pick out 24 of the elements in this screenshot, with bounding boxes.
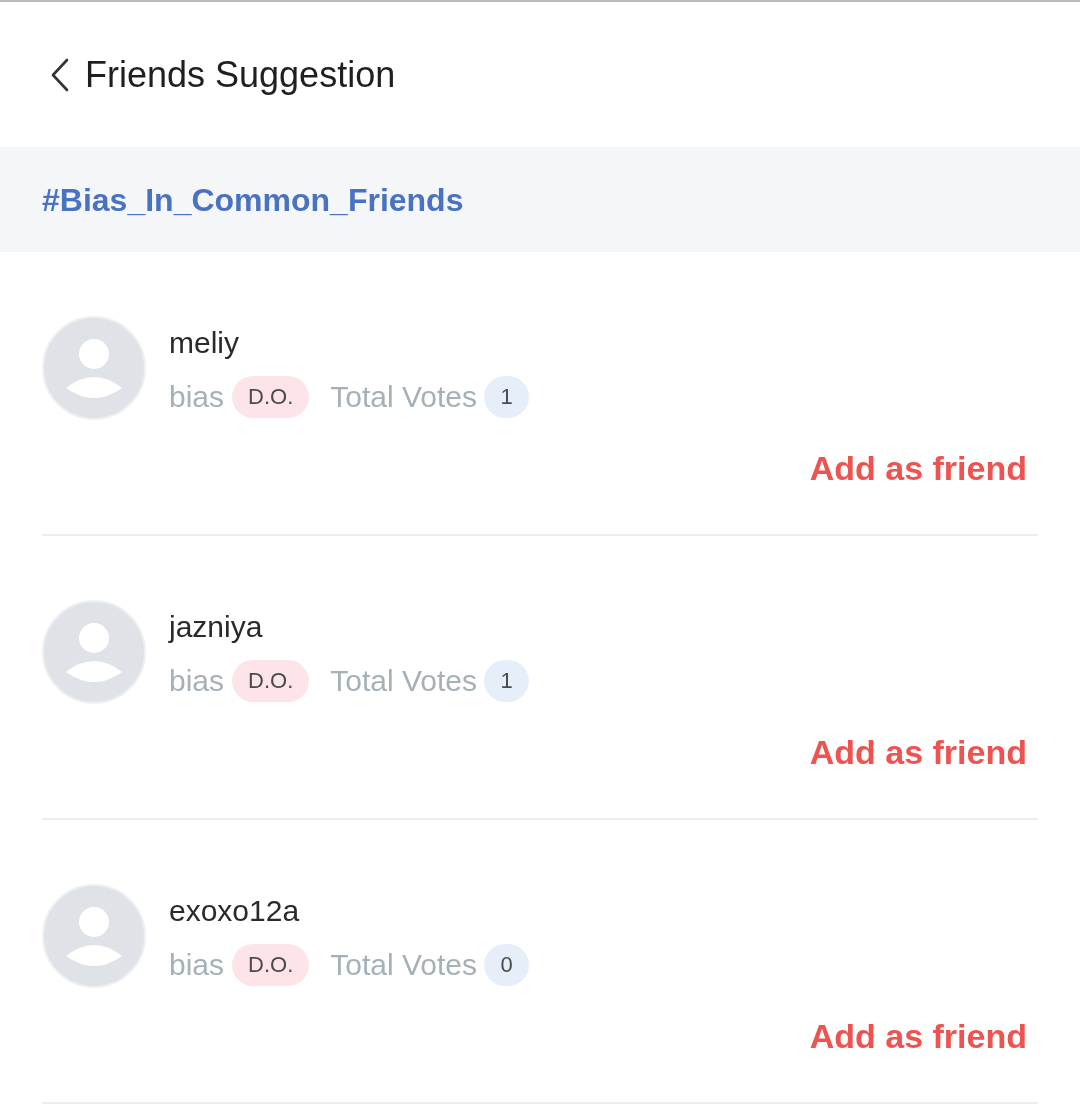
- bias-label: bias: [169, 663, 225, 699]
- avatar-icon: [42, 600, 146, 704]
- votes-count: 0: [484, 944, 530, 986]
- user-name: meliy: [169, 325, 240, 361]
- add-friend-button[interactable]: Add as friend: [809, 446, 1027, 490]
- add-friend-button[interactable]: Add as friend: [809, 730, 1027, 774]
- bias-tag: D.O.: [232, 376, 310, 418]
- bias-label: bias: [169, 379, 225, 415]
- back-icon[interactable]: [50, 57, 70, 92]
- votes-label: Total Votes: [330, 947, 478, 983]
- votes-label: Total Votes: [330, 379, 478, 415]
- bias-tag: D.O.: [232, 944, 310, 986]
- user-name: jazniya: [169, 609, 264, 645]
- avatar-icon: [42, 884, 146, 988]
- add-friend-button[interactable]: Add as friend: [809, 1014, 1027, 1058]
- votes-label: Total Votes: [330, 663, 478, 699]
- votes-count: 1: [484, 376, 530, 418]
- page-title: Friends Suggestion: [85, 52, 396, 97]
- section-heading: #Bias_In_Common_Friends: [42, 180, 464, 220]
- votes-count: 1: [484, 660, 530, 702]
- user-name: exoxo12a: [169, 893, 301, 929]
- bias-label: bias: [169, 947, 225, 983]
- bias-tag: D.O.: [232, 660, 310, 702]
- avatar-icon: [42, 316, 146, 420]
